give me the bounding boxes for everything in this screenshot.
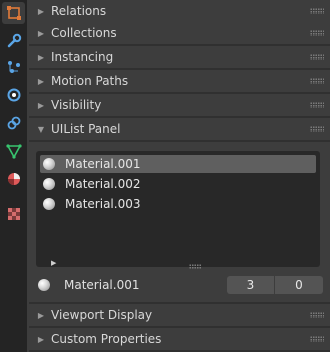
- integer-field-a[interactable]: 3: [227, 276, 274, 294]
- tab-data[interactable]: [2, 140, 25, 162]
- panel-title: Visibility: [51, 98, 102, 112]
- object-icon: [6, 6, 21, 20]
- tab-texture[interactable]: [2, 203, 25, 225]
- tab-object[interactable]: [2, 2, 25, 24]
- tab-particles[interactable]: [2, 56, 25, 78]
- material-sphere-icon: [43, 158, 55, 170]
- tab-material[interactable]: [2, 168, 25, 190]
- list-item[interactable]: Material.003: [40, 195, 316, 213]
- particles-icon: [7, 61, 20, 73]
- panel-header-motion-paths[interactable]: ▶ Motion Paths: [29, 70, 330, 92]
- active-item-name: Material.001: [64, 278, 140, 292]
- collapsed-arrow-icon: ▶: [37, 100, 45, 110]
- texture-icon: [7, 208, 20, 220]
- panel-header-visibility[interactable]: ▶ Visibility: [29, 94, 330, 116]
- drag-handle-icon[interactable]: [310, 312, 324, 318]
- panel-title: Instancing: [51, 50, 114, 64]
- panel-title: Custom Properties: [51, 332, 162, 346]
- panel-header-collections[interactable]: ▶ Collections: [29, 22, 330, 44]
- list-item-label: Material.003: [65, 197, 141, 211]
- tab-physics[interactable]: [2, 84, 25, 106]
- collapsed-arrow-icon: ▶: [37, 310, 45, 320]
- constraint-icon: [7, 116, 20, 130]
- physics-icon: [7, 88, 20, 102]
- drag-handle-icon[interactable]: [310, 336, 324, 342]
- resize-grip-icon[interactable]: [189, 264, 201, 269]
- collapsed-arrow-icon: ▶: [37, 76, 45, 86]
- panel-header-viewport-display[interactable]: ▶ Viewport Display: [29, 304, 330, 326]
- data-icon: [5, 144, 22, 159]
- material-sphere-icon: [38, 279, 50, 291]
- list-item-label: Material.001: [65, 157, 141, 171]
- list-item-label: Material.002: [65, 177, 141, 191]
- uilist-panel-body: Material.001 Material.002 Material.003 ▶…: [29, 142, 330, 302]
- drag-handle-icon[interactable]: [310, 30, 324, 36]
- material-sphere-icon: [43, 178, 55, 190]
- tab-modifiers[interactable]: [2, 30, 25, 52]
- properties-tab-bar: [0, 0, 27, 352]
- panel-title: Viewport Display: [51, 308, 153, 322]
- panel-header-instancing[interactable]: ▶ Instancing: [29, 46, 330, 68]
- panel-header-uilist[interactable]: ▼ UIList Panel: [29, 118, 330, 140]
- properties-editor: ▶ Relations ▶ Collections ▶ Instancing ▶…: [29, 0, 330, 352]
- ui-list[interactable]: Material.001 Material.002 Material.003 ▶: [36, 151, 320, 269]
- panel-title: Relations: [51, 4, 107, 18]
- collapsed-arrow-icon: ▶: [37, 52, 45, 62]
- drag-handle-icon[interactable]: [310, 8, 324, 14]
- drag-handle-icon[interactable]: [310, 126, 324, 132]
- panel-header-custom-properties[interactable]: ▶ Custom Properties: [29, 328, 330, 350]
- list-item[interactable]: Material.002: [40, 175, 316, 193]
- integer-field-b[interactable]: 0: [275, 276, 323, 294]
- panel-title: Collections: [51, 26, 117, 40]
- material-icon: [7, 173, 20, 185]
- tab-constraints[interactable]: [2, 112, 25, 134]
- drag-handle-icon[interactable]: [310, 54, 324, 60]
- expanded-arrow-icon: ▼: [37, 124, 45, 134]
- wrench-icon: [7, 33, 21, 48]
- collapsed-arrow-icon: ▶: [37, 6, 45, 16]
- filter-options-arrow-icon[interactable]: ▶: [51, 259, 56, 267]
- panel-title: Motion Paths: [51, 74, 129, 88]
- collapsed-arrow-icon: ▶: [37, 28, 45, 38]
- material-sphere-icon: [43, 198, 55, 210]
- collapsed-arrow-icon: ▶: [37, 334, 45, 344]
- panel-header-relations[interactable]: ▶ Relations: [29, 0, 330, 22]
- drag-handle-icon[interactable]: [310, 102, 324, 108]
- drag-handle-icon[interactable]: [310, 78, 324, 84]
- list-item[interactable]: Material.001: [40, 155, 316, 173]
- panel-title: UIList Panel: [51, 122, 121, 136]
